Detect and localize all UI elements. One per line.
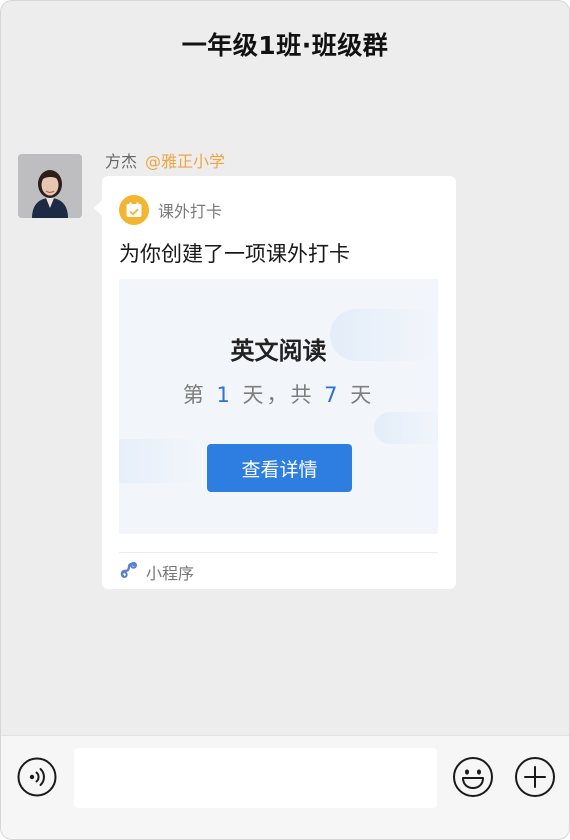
decor-blob xyxy=(119,439,204,483)
message-bubble[interactable]: 课外打卡 为你创建了一项课外打卡 英文阅读 第 1 天，共 7 天 查看详情 小… xyxy=(94,176,456,589)
title-bar: 一年级1班·班级群 xyxy=(1,1,569,87)
card-divider xyxy=(119,552,438,553)
message-text: 为你创建了一项课外打卡 xyxy=(119,242,350,266)
emoji-icon[interactable] xyxy=(452,756,494,798)
avatar[interactable] xyxy=(18,154,82,218)
avatar-photo xyxy=(18,154,82,218)
total-days: 7 xyxy=(324,383,341,407)
current-day: 1 xyxy=(216,383,233,407)
sender-line: 方杰 @雅正小学 xyxy=(105,149,225,171)
app-header: 课外打卡 xyxy=(119,194,222,226)
checkin-card[interactable]: 英文阅读 第 1 天，共 7 天 查看详情 xyxy=(119,279,438,534)
input-bar xyxy=(1,735,569,839)
plus-icon[interactable] xyxy=(514,756,556,798)
decor-blob xyxy=(374,412,438,444)
card-progress: 第 1 天，共 7 天 xyxy=(119,379,438,409)
calendar-icon xyxy=(119,195,149,225)
sender-school-tag: @雅正小学 xyxy=(145,152,226,171)
sender-name: 方杰 xyxy=(105,152,138,171)
card-title: 英文阅读 xyxy=(230,337,327,365)
view-details-button[interactable]: 查看详情 xyxy=(207,444,352,492)
chat-screen: 一年级1班·班级群 方杰 @雅正小学 课外打卡 为你创建了一项课外打卡 英文阅读… xyxy=(0,0,570,840)
voice-icon[interactable] xyxy=(17,757,57,797)
app-name: 课外打卡 xyxy=(158,202,223,221)
progress-prefix: 第 xyxy=(182,383,217,407)
progress-suffix: 天 xyxy=(340,383,375,407)
progress-middle: 天，共 xyxy=(232,383,325,407)
mini-program-label: 小程序 xyxy=(146,564,195,583)
mini-program-footer: 小程序 xyxy=(119,559,194,585)
link-icon xyxy=(119,560,139,584)
chat-title: 一年级1班·班级群 xyxy=(181,31,389,60)
message-input[interactable] xyxy=(74,748,437,808)
